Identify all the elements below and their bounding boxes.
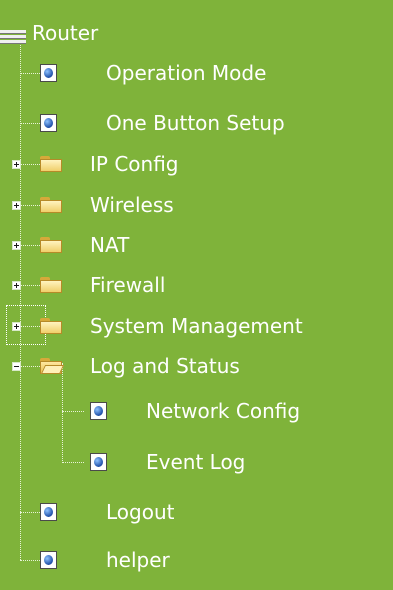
tree-item-label: Logout: [106, 500, 175, 524]
folder-open-icon: [40, 358, 65, 374]
tree-item-label: Log and Status: [90, 354, 240, 378]
tree-connector: [20, 205, 40, 206]
expand-icon[interactable]: [12, 201, 21, 210]
tree-item-log-and-status[interactable]: Log and Status: [40, 351, 340, 381]
tree-item-label: helper: [106, 548, 170, 572]
tree-connector: [62, 462, 84, 463]
tree-item-event-log[interactable]: Event Log: [84, 447, 304, 477]
tree-connector: [20, 560, 40, 561]
tree-connector: [20, 285, 40, 286]
tree-item-label: Operation Mode: [106, 61, 267, 85]
folder-icon: [40, 237, 62, 253]
expand-icon[interactable]: [12, 160, 21, 169]
expand-icon[interactable]: [12, 241, 21, 250]
tree-connector: [20, 40, 21, 560]
tree-connector: [20, 164, 40, 165]
tree-item-helper[interactable]: helper: [40, 545, 240, 575]
tree-connector: [20, 245, 40, 246]
tree-item-label: Event Log: [146, 450, 246, 474]
page-icon: [90, 402, 107, 420]
tree-item-label: IP Config: [90, 152, 179, 176]
tree-root-router[interactable]: Router: [0, 18, 150, 48]
tree-item-one-button-setup[interactable]: One Button Setup: [40, 108, 360, 138]
folder-icon: [40, 318, 62, 334]
expand-icon[interactable]: [12, 322, 21, 331]
tree-item-label: Network Config: [146, 399, 301, 423]
page-icon: [40, 64, 57, 82]
tree-item-ip-config[interactable]: IP Config: [40, 149, 280, 179]
tree-item-logout[interactable]: Logout: [40, 497, 240, 527]
tree-root-label: Router: [32, 21, 99, 45]
tree-item-firewall[interactable]: Firewall: [40, 270, 280, 300]
folder-icon: [40, 277, 62, 293]
page-icon: [40, 503, 57, 521]
router-icon: [0, 30, 26, 44]
tree-item-label: System Management: [90, 314, 303, 338]
page-icon: [90, 453, 107, 471]
folder-icon: [40, 156, 62, 172]
tree-connector: [20, 366, 40, 367]
tree-item-label: NAT: [90, 233, 130, 257]
page-icon: [40, 551, 57, 569]
tree-connector: [62, 411, 84, 412]
tree-connector: [20, 123, 40, 124]
folder-icon: [40, 197, 62, 213]
expand-icon[interactable]: [12, 281, 21, 290]
tree-item-nat[interactable]: NAT: [40, 230, 280, 260]
tree-connector: [20, 73, 40, 74]
tree-item-network-config[interactable]: Network Config: [84, 396, 374, 426]
tree-item-system-management[interactable]: System Management: [40, 311, 380, 341]
tree-item-wireless[interactable]: Wireless: [40, 190, 280, 220]
tree-item-label: Firewall: [90, 273, 166, 297]
tree-item-operation-mode[interactable]: Operation Mode: [40, 58, 340, 88]
collapse-icon[interactable]: [12, 362, 21, 371]
tree-connector: [20, 512, 40, 513]
page-icon: [40, 114, 57, 132]
tree-item-label: Wireless: [90, 193, 174, 217]
tree-item-label: One Button Setup: [106, 111, 285, 135]
navigation-tree: Router Operation Mode One Button Setup I…: [0, 0, 393, 590]
